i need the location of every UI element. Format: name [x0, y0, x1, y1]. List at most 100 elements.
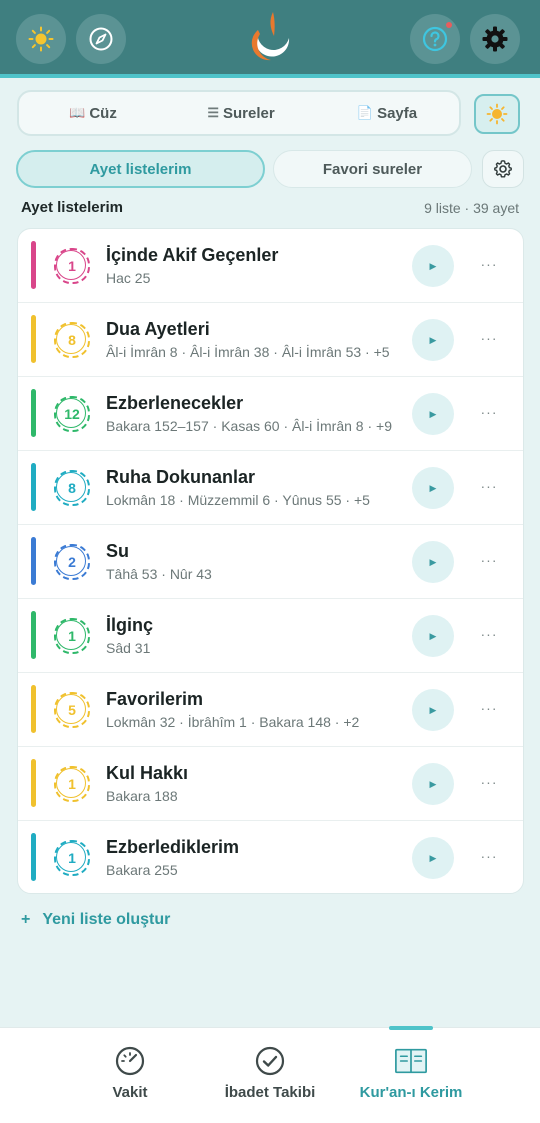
nav-vakit-label: Vakit	[112, 1084, 148, 1101]
more-icon: ···	[480, 256, 498, 272]
more-options-button[interactable]: ···	[476, 399, 502, 425]
theme-toggle-button[interactable]	[474, 94, 520, 134]
ayet-count-badge: 1	[54, 248, 90, 284]
play-button[interactable]: ▶	[412, 763, 454, 805]
list-verses: Bakara 255	[106, 862, 178, 878]
open-book-icon	[394, 1044, 428, 1078]
list-settings-button[interactable]	[482, 150, 524, 188]
play-button[interactable]: ▶	[412, 393, 454, 435]
more-options-button[interactable]: ···	[476, 769, 502, 795]
more-options-button[interactable]: ···	[476, 473, 502, 499]
book-icon: 📖	[69, 105, 86, 120]
more-icon: ···	[480, 330, 498, 346]
more-icon: ···	[480, 700, 498, 716]
play-icon: ▶	[429, 556, 437, 567]
play-button[interactable]: ▶	[412, 541, 454, 583]
list-verses: Bakara 188	[106, 788, 178, 804]
list-verses: Hac 25	[106, 270, 151, 286]
page-icon: 📄	[356, 105, 374, 120]
more-icon: ···	[480, 626, 498, 642]
list-color-stripe	[31, 537, 36, 585]
gear-icon	[494, 160, 512, 178]
list-title: İçinde Akif Geçenler	[106, 245, 279, 265]
ayet-count-badge: 8	[54, 322, 90, 358]
list-color-stripe	[31, 241, 36, 289]
new-list-button[interactable]: + Yeni liste oluştur	[21, 911, 170, 929]
play-icon: ▶	[429, 334, 437, 345]
more-icon: ···	[480, 478, 498, 494]
tab-favori-sureler[interactable]: Favori sureler	[273, 150, 472, 188]
plus-icon: +	[21, 911, 31, 928]
list-item[interactable]: 1 İlginç Sâd 31 ▶ ···	[18, 599, 523, 673]
ayet-count-badge: 1	[54, 618, 90, 654]
ayet-count-badge: 12	[54, 396, 90, 432]
more-icon: ···	[480, 848, 498, 864]
section-title: Ayet listelerim	[21, 199, 123, 216]
play-icon: ▶	[429, 482, 437, 493]
compass-button[interactable]	[76, 14, 126, 64]
list-item[interactable]: 8 Ruha Dokunanlar Lokmân 18 · Müzzemmil 6 …	[18, 451, 523, 525]
more-options-button[interactable]: ···	[476, 621, 502, 647]
list-verses: Bakara 152–157 · Kasas 60 · Âl-i İmrân 8…	[106, 418, 392, 434]
nav-ibadet-takibi[interactable]: İbadet Takibi	[205, 1028, 335, 1123]
list-item[interactable]: 8 Dua Ayetleri Âl-i İmrân 8 · Âl-i İmrân 3…	[18, 303, 523, 377]
section-summary: 9 liste · 39 ayet	[424, 200, 519, 216]
more-options-button[interactable]: ···	[476, 325, 502, 351]
play-button[interactable]: ▶	[412, 467, 454, 509]
play-button[interactable]: ▶	[412, 837, 454, 879]
segment-cuz[interactable]: 📖 Cüz	[19, 92, 167, 134]
help-icon	[422, 26, 448, 52]
nav-ibadet-takibi-label: İbadet Takibi	[224, 1084, 316, 1101]
play-icon: ▶	[429, 704, 437, 715]
list-color-stripe	[31, 389, 36, 437]
bottom-navigation: Vakit İbadet Takibi Kur'an-ı Kerim	[0, 1027, 540, 1123]
list-color-stripe	[31, 833, 36, 881]
play-icon: ▶	[429, 630, 437, 641]
list-item[interactable]: 5 Favorilerim Lokmân 32 · İbrâhîm 1 · Baka…	[18, 673, 523, 747]
new-list-label: Yeni liste oluştur	[42, 911, 171, 928]
list-title: Dua Ayetleri	[106, 319, 210, 339]
list-item[interactable]: 12 Ezberlenecekler Bakara 152–157 · Kasas …	[18, 377, 523, 451]
list-item[interactable]: 2 Su Tâhâ 53 · Nûr 43 ▶ ···	[18, 525, 523, 599]
sun-icon	[486, 103, 508, 125]
list-title: Su	[106, 541, 130, 561]
sun-icon	[28, 26, 54, 52]
more-options-button[interactable]: ···	[476, 843, 502, 869]
active-tab-indicator	[389, 1026, 433, 1030]
more-options-button[interactable]: ···	[476, 695, 502, 721]
play-icon: ▶	[429, 778, 437, 789]
sun-button[interactable]	[16, 14, 66, 64]
list-item[interactable]: 1 Ezberlediklerim Bakara 255 ▶ ···	[18, 821, 523, 893]
ayet-count-badge: 1	[54, 840, 90, 876]
gear-icon	[482, 26, 508, 52]
more-icon: ···	[480, 404, 498, 420]
gauge-icon	[113, 1044, 147, 1078]
navigation-segmented-control: 📖 Cüz ☰ Sureler 📄 Sayfa	[17, 90, 461, 136]
list-title: Favorilerim	[106, 689, 204, 709]
list-title: Ezberlediklerim	[106, 837, 240, 857]
segment-sureler[interactable]: ☰ Sureler	[167, 92, 315, 134]
list-item[interactable]: 1 İçinde Akif Geçenler Hac 25 ▶ ···	[18, 229, 523, 303]
nav-kuran-i-kerim-label: Kur'an-ı Kerim	[359, 1084, 463, 1101]
play-button[interactable]: ▶	[412, 319, 454, 361]
nav-vakit[interactable]: Vakit	[80, 1028, 180, 1123]
list-icon: ☰	[207, 105, 219, 120]
check-circle-icon	[253, 1044, 287, 1078]
play-icon: ▶	[429, 852, 437, 863]
list-title: Kul Hakkı	[106, 763, 189, 783]
play-button[interactable]: ▶	[412, 245, 454, 287]
more-options-button[interactable]: ···	[476, 251, 502, 277]
segment-sayfa[interactable]: 📄 Sayfa	[315, 92, 459, 134]
list-verses: Tâhâ 53 · Nûr 43	[106, 566, 212, 582]
nav-kuran-i-kerim[interactable]: Kur'an-ı Kerim	[346, 1028, 476, 1123]
play-button[interactable]: ▶	[412, 689, 454, 731]
settings-button[interactable]	[470, 14, 520, 64]
verse-lists-card: 1 İçinde Akif Geçenler Hac 25 ▶ ··· 8 Dua Ayet…	[17, 228, 524, 894]
play-icon: ▶	[429, 260, 437, 271]
list-title: Ezberlenecekler	[106, 393, 244, 413]
more-options-button[interactable]: ···	[476, 547, 502, 573]
help-button[interactable]	[410, 14, 460, 64]
play-button[interactable]: ▶	[412, 615, 454, 657]
tab-ayet-listelerim[interactable]: Ayet listelerim	[16, 150, 265, 188]
list-item[interactable]: 1 Kul Hakkı Bakara 188 ▶ ···	[18, 747, 523, 821]
